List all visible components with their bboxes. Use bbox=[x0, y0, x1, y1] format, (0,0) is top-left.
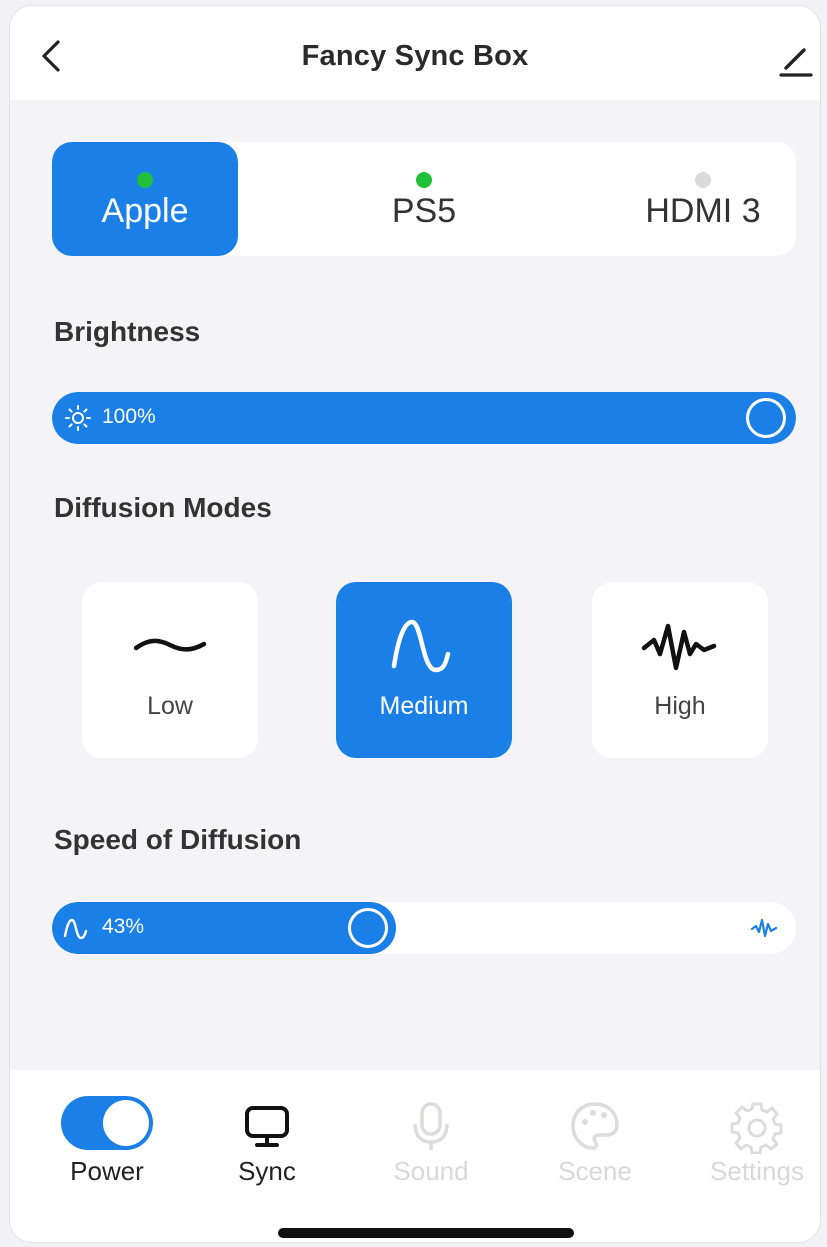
high-wave-icon bbox=[641, 623, 717, 671]
speed-knob[interactable] bbox=[348, 908, 388, 948]
nav-label: Sound bbox=[393, 1156, 469, 1186]
input-tab-hdmi3[interactable]: HDMI 3 bbox=[610, 142, 796, 256]
nav-settings[interactable]: Settings bbox=[692, 1096, 820, 1196]
input-tab-ps5[interactable]: PS5 bbox=[331, 142, 517, 256]
brightness-slider[interactable]: 100% bbox=[52, 392, 796, 444]
brightness-knob[interactable] bbox=[746, 398, 786, 438]
app-screen: Fancy Sync Box Apple PS5 HDMI 3 Brightne… bbox=[10, 6, 820, 1242]
input-selector: Apple PS5 HDMI 3 bbox=[52, 142, 796, 256]
nav-label: Power bbox=[70, 1156, 144, 1186]
low-wave-icon bbox=[133, 638, 207, 652]
mode-label: Low bbox=[147, 692, 193, 720]
medium-wave-icon bbox=[391, 619, 451, 673]
speed-value: 43% bbox=[102, 915, 145, 938]
speed-slider[interactable]: 43% bbox=[52, 902, 796, 954]
mode-high-button[interactable]: High bbox=[592, 582, 768, 758]
monitor-icon bbox=[245, 1106, 289, 1147]
brightness-value: 100% bbox=[102, 405, 156, 428]
mode-low-button[interactable]: Low bbox=[82, 582, 258, 758]
input-tab-apple[interactable]: Apple bbox=[52, 142, 238, 256]
gear-icon bbox=[730, 1102, 783, 1154]
nav-label: Settings bbox=[710, 1156, 804, 1186]
page-title: Fancy Sync Box bbox=[301, 40, 529, 72]
toggle-thumb bbox=[103, 1100, 149, 1146]
pencil-icon[interactable] bbox=[778, 44, 814, 80]
high-wave-icon bbox=[750, 918, 778, 938]
status-dot bbox=[416, 172, 432, 188]
input-tab-label: HDMI 3 bbox=[645, 192, 761, 230]
nav-power[interactable]: Power bbox=[42, 1096, 172, 1196]
nav-scene[interactable]: Scene bbox=[530, 1096, 660, 1196]
brightness-label: Brightness bbox=[54, 316, 201, 347]
nav-label: Sync bbox=[238, 1156, 296, 1186]
mode-medium-button[interactable]: Medium bbox=[336, 582, 512, 758]
home-indicator bbox=[278, 1228, 574, 1238]
sun-icon bbox=[65, 405, 91, 431]
power-toggle[interactable] bbox=[61, 1096, 153, 1150]
nav-sync[interactable]: Sync bbox=[202, 1096, 332, 1196]
nav-label: Scene bbox=[558, 1156, 632, 1186]
input-tab-label: PS5 bbox=[391, 192, 457, 230]
diffusion-modes-label: Diffusion Modes bbox=[54, 492, 272, 523]
bottom-nav: Power Sync Sound Scene Settings bbox=[10, 1070, 820, 1242]
mode-label: Medium bbox=[379, 692, 469, 720]
nav-sound[interactable]: Sound bbox=[366, 1096, 496, 1196]
speed-label: Speed of Diffusion bbox=[54, 824, 302, 855]
microphone-icon bbox=[413, 1102, 449, 1150]
medium-wave-icon bbox=[63, 918, 88, 940]
palette-icon bbox=[571, 1102, 619, 1150]
header-bar: Fancy Sync Box bbox=[10, 6, 820, 100]
mode-label: High bbox=[654, 692, 706, 720]
input-tab-label: Apple bbox=[101, 192, 189, 230]
brightness-fill bbox=[52, 392, 796, 444]
status-dot bbox=[695, 172, 711, 188]
status-dot bbox=[137, 172, 153, 188]
